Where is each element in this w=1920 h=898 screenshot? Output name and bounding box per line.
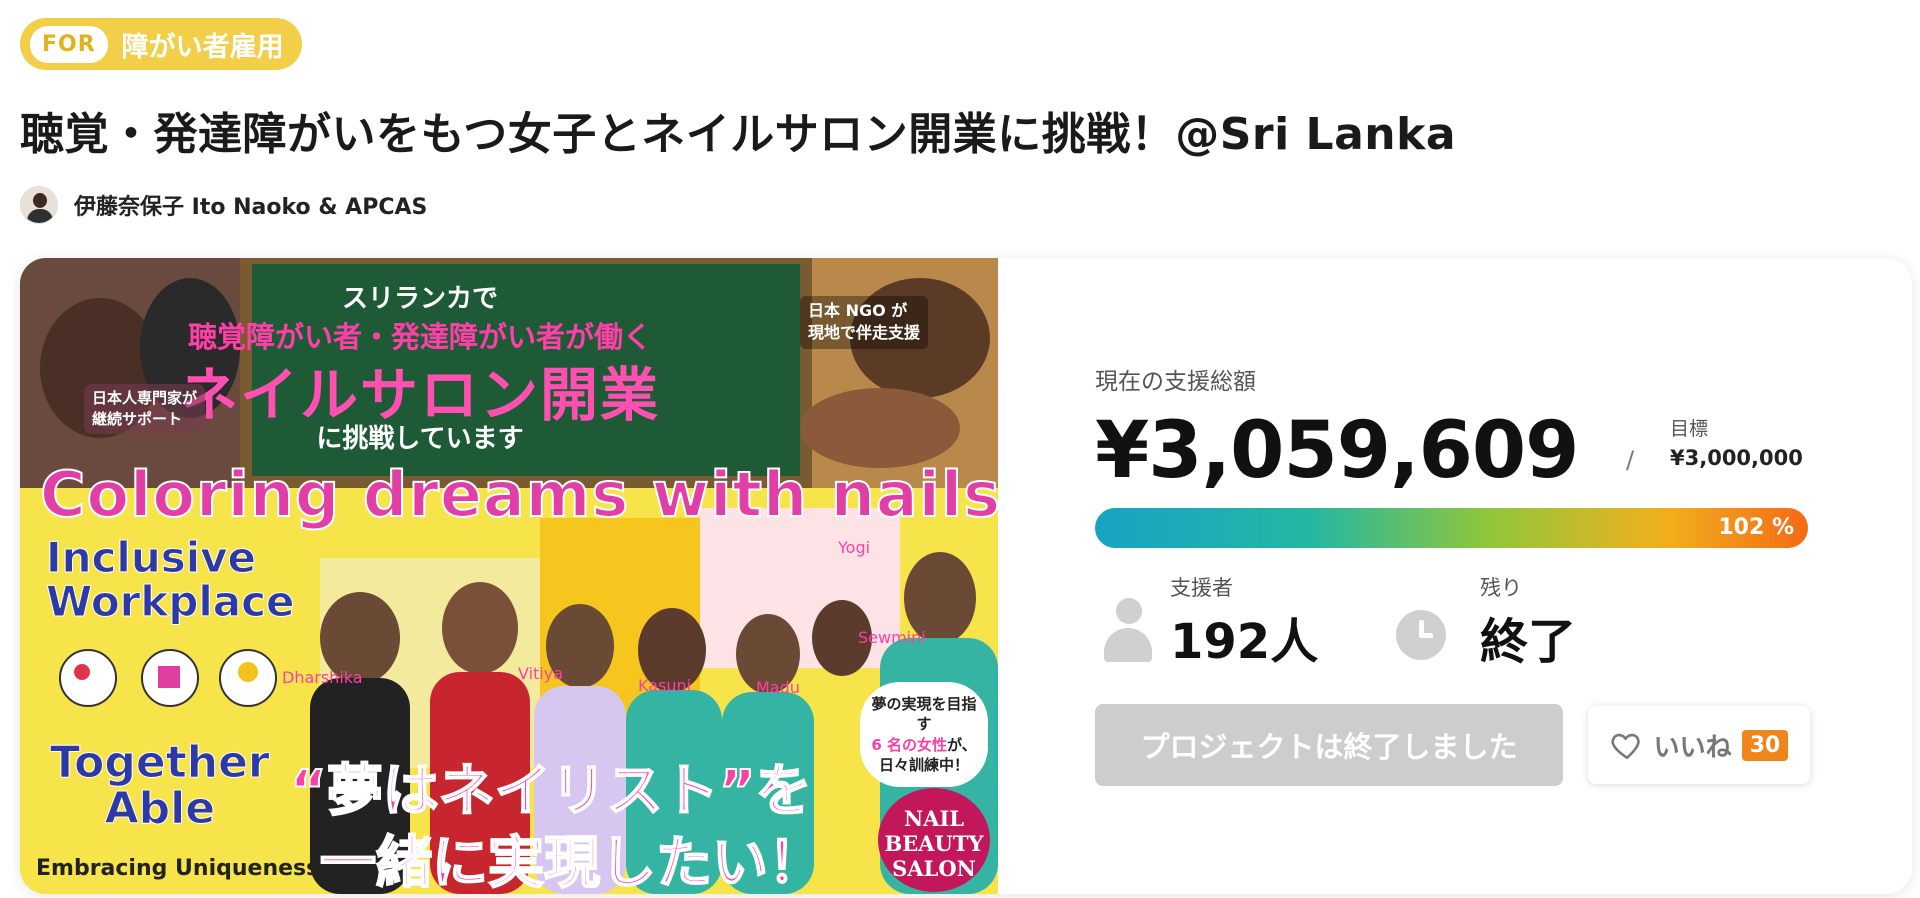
person-name: Yogi bbox=[838, 538, 871, 557]
hero-coloring-text: Coloring dreams with nails. bbox=[39, 457, 998, 532]
hero-expert-note: 日本人専門家が 継続サポート bbox=[84, 384, 206, 434]
hero-dream-line2: 一緒に実現したい！ bbox=[319, 830, 825, 894]
together-line1: Together bbox=[50, 737, 271, 788]
hero-inclusive-text: Inclusive Workplace bbox=[46, 533, 296, 627]
owner-avatar[interactable] bbox=[20, 186, 58, 224]
hero-board-line4: に挑戦しています bbox=[316, 424, 524, 454]
person-name: Dharshika bbox=[282, 668, 363, 687]
person-name: Madu bbox=[756, 678, 800, 697]
amount-label: 現在の支援総額 bbox=[1095, 369, 1256, 395]
expert-line1: 日本人専門家が bbox=[92, 389, 198, 407]
bubble-line1: 夢の実現を目指す bbox=[871, 695, 977, 734]
bubble-line2: 6 名の女性が、 bbox=[871, 735, 977, 754]
person-name: Sewmini bbox=[858, 628, 926, 647]
project-hero-image: スリランカで 聴覚障がい者・発達障がい者が働く ネイルサロン開業 に挑戦していま… bbox=[20, 258, 998, 894]
like-count-badge: 30 bbox=[1741, 729, 1789, 761]
goal-amount: ¥3,000,000 bbox=[1670, 446, 1803, 470]
funding-progress-bar: 102 % bbox=[1095, 508, 1808, 548]
person-name: Vitiya bbox=[518, 664, 564, 683]
together-line2: Able bbox=[104, 783, 216, 835]
logo-line2: BEAUTY bbox=[884, 831, 984, 857]
supporter-icon bbox=[1102, 598, 1154, 662]
ngo-line2: 現地で伴走支援 bbox=[808, 323, 921, 343]
category-badge[interactable]: FOR 障がい者雇用 bbox=[20, 18, 302, 70]
logo-line1: NAIL bbox=[903, 806, 965, 831]
badge-prefix: FOR bbox=[30, 25, 108, 63]
current-amount: ¥3,059,609 bbox=[1095, 406, 1579, 496]
hero-speech-bubble: 夢の実現を目指す 6 名の女性が、 日々訓練中！ bbox=[860, 682, 988, 787]
inclusive-line1: Inclusive bbox=[46, 533, 257, 582]
ngo-line1: 日本 NGO が bbox=[808, 301, 908, 320]
bubble-line3: 日々訓練中！ bbox=[878, 755, 969, 774]
hero-ngo-note: 日本 NGO が 現地で伴走支援 bbox=[800, 296, 929, 349]
project-ended-button[interactable]: プロジェクトは終了しました bbox=[1095, 704, 1563, 786]
like-label: いいね bbox=[1653, 732, 1732, 763]
supporters-count: 192人 bbox=[1170, 614, 1319, 670]
clock-icon bbox=[1396, 610, 1446, 660]
hero-board-line1: スリランカで bbox=[341, 284, 499, 314]
remaining-value: 終了 bbox=[1480, 614, 1577, 670]
expert-line2: 継続サポート bbox=[92, 410, 183, 428]
project-title: 聴覚・発達障がいをもつ女子とネイルサロン開業に挑戦！@Sri Lanka bbox=[20, 109, 1457, 160]
hero-embracing-text: Embracing Uniqueness bbox=[36, 856, 320, 881]
inclusive-line2: Workplace bbox=[46, 577, 296, 627]
supporters-label: 支援者 bbox=[1170, 576, 1233, 600]
owner-name[interactable]: 伊藤奈保子 Ito Naoko & APCAS bbox=[74, 189, 427, 221]
amount-separator: / bbox=[1626, 446, 1635, 474]
logo-line3: SALON bbox=[892, 856, 976, 882]
nail-salon-logo: NAIL BEAUTY SALON bbox=[878, 788, 990, 892]
progress-percent: 102 % bbox=[1718, 515, 1794, 540]
badge-label: 障がい者雇用 bbox=[121, 31, 284, 63]
hero-dream-line1: “夢はネイリスト”を bbox=[289, 758, 813, 825]
like-button[interactable]: いいね 30 bbox=[1588, 706, 1810, 784]
hero-together-text: Together Able bbox=[50, 737, 271, 835]
project-card: スリランカで 聴覚障がい者・発達障がい者が働く ネイルサロン開業 に挑戦していま… bbox=[20, 258, 1912, 894]
project-owner[interactable]: 伊藤奈保子 Ito Naoko & APCAS bbox=[20, 186, 427, 224]
remaining-label: 残り bbox=[1480, 576, 1522, 600]
heart-icon bbox=[1611, 733, 1640, 760]
person-name: Kasuni bbox=[638, 676, 692, 695]
goal-label: 目標 bbox=[1670, 418, 1709, 440]
